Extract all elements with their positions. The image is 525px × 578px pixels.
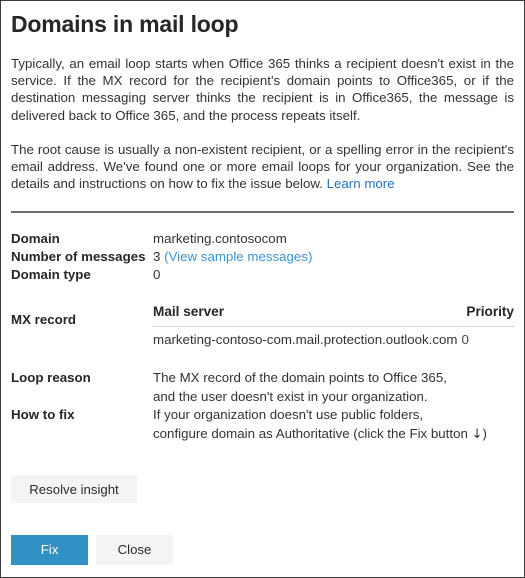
table-row-loop-reason: Loop reason The MX record of the domain … <box>11 369 514 406</box>
panel-footer: Fix Close <box>1 535 524 577</box>
intro-description: Typically, an email loop starts when Off… <box>11 55 514 192</box>
messages-count: 3 <box>153 249 161 265</box>
resolve-insight-area: Resolve insight <box>11 475 514 504</box>
table-row-how-to-fix: How to fix If your organization doesn't … <box>11 406 514 444</box>
how-to-fix-line-1: If your organization doesn't use public … <box>153 407 424 423</box>
column-header-priority: Priority <box>466 304 514 320</box>
domain-value: marketing.contosocom <box>153 231 287 247</box>
column-header-mail-server: Mail server <box>153 304 225 320</box>
domain-type-value: 0 <box>153 267 161 283</box>
domain-details-table: Domain marketing.contosocom Number of me… <box>11 230 514 284</box>
fix-button[interactable]: Fix <box>11 535 88 565</box>
intro-paragraph-2-text: The root cause is usually a non-existent… <box>11 141 514 192</box>
learn-more-link[interactable]: Learn more <box>327 176 395 191</box>
intro-paragraph-1: Typically, an email loop starts when Off… <box>11 56 514 123</box>
panel-content: Domains in mail loop Typically, an email… <box>1 10 524 504</box>
how-to-fix-label: How to fix <box>11 407 75 423</box>
loop-reason-line-1: The MX record of the domain points to Of… <box>153 370 447 386</box>
messages-label: Number of messages <box>11 249 146 265</box>
loop-reason-label: Loop reason <box>11 370 91 386</box>
table-row-number-of-messages: Number of messages 3 (View sample messag… <box>11 248 514 266</box>
messages-value: 3 (View sample messages) <box>153 248 514 266</box>
table-row-mx-record: marketing-contoso-com.mail.protection.ou… <box>153 327 514 349</box>
mx-priority-value: 0 <box>461 332 469 348</box>
how-to-fix-line-2: configure domain as Authoritative (click… <box>153 425 514 445</box>
domain-type-label: Domain type <box>11 267 91 283</box>
mx-record-section: MX record Mail server Priority marketing… <box>11 303 514 349</box>
section-divider <box>11 211 514 214</box>
mx-server-value: marketing-contoso-com.mail.protection.ou… <box>153 332 458 348</box>
intro-paragraph-2: The root cause is usually a non-existent… <box>11 141 514 193</box>
mx-record-table: Mail server Priority marketing-contoso-c… <box>153 303 514 349</box>
how-to-fix-line-2-tail: ) <box>482 425 487 441</box>
loop-reason-line-2: and the user doesn't exist in your organ… <box>153 388 428 404</box>
mx-record-label: MX record <box>11 312 77 328</box>
view-sample-messages-link[interactable]: (View sample messages) <box>164 249 312 264</box>
table-row-domain: Domain marketing.contosocom <box>11 230 514 248</box>
footer-button-row: Fix Close <box>11 535 514 565</box>
how-to-fix-line-2-text: configure domain as Authoritative (click… <box>153 425 472 441</box>
loop-reason-value: The MX record of the domain points to Of… <box>153 369 514 406</box>
close-button[interactable]: Close <box>96 535 173 565</box>
page-title: Domains in mail loop <box>11 11 239 37</box>
diagnosis-table: Loop reason The MX record of the domain … <box>11 369 514 444</box>
table-row-domain-type: Domain type 0 <box>11 266 514 284</box>
down-arrow-icon: ↓ <box>471 426 483 442</box>
resolve-insight-button[interactable]: Resolve insight <box>11 475 137 504</box>
how-to-fix-value: If your organization doesn't use public … <box>153 406 514 444</box>
mx-record-table-header: Mail server Priority <box>153 303 514 328</box>
domain-label: Domain <box>11 231 60 247</box>
mail-loop-insight-panel: Domains in mail loop Typically, an email… <box>0 0 525 578</box>
